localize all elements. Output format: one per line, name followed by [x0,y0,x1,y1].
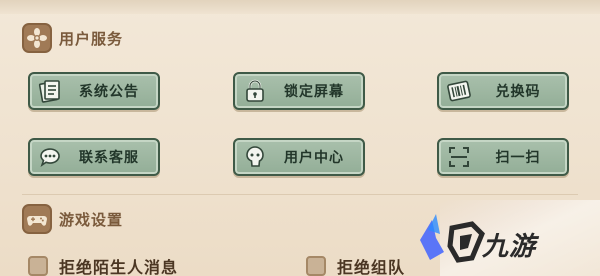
scan-button[interactable]: 扫一扫 [437,138,569,176]
system-notice-button[interactable]: 系统公告 [28,72,160,110]
reject-stranger-messages-label: 拒绝陌生人消息 [59,258,179,276]
section-title-user-services: 用户服务 [59,29,124,48]
contact-support-label: 联系客服 [79,150,139,166]
redeem-code-label: 兑换码 [495,84,541,100]
user-center-button[interactable]: 用户中心 [233,138,365,176]
setting-reject-stranger-messages[interactable]: 拒绝陌生人消息 [28,254,178,276]
scan-icon [445,144,473,170]
panel-top-edge [0,0,600,14]
lock-screen-label: 锁定屏幕 [284,84,344,100]
reject-team-invites-checkbox[interactable] [306,256,326,276]
lock-icon [241,78,269,104]
barcode-icon [445,78,473,104]
lock-screen-button[interactable]: 锁定屏幕 [233,72,365,110]
watermark-text: 九游 [482,232,537,262]
reject-stranger-messages-checkbox[interactable] [28,256,48,276]
section-header-user-services: 用户服务 [22,23,123,53]
chat-bubble-icon [36,144,64,170]
setting-reject-team-invites[interactable]: 拒绝组队 [306,254,405,276]
redeem-code-button[interactable]: 兑换码 [437,72,569,110]
scan-label: 扫一扫 [495,150,541,166]
notice-scroll-icon [36,78,64,104]
section-header-game-settings: 游戏设置 [22,204,123,234]
flower-icon [22,23,52,53]
section-title-game-settings: 游戏设置 [59,210,124,229]
section-divider [22,194,578,195]
system-notice-label: 系统公告 [79,84,139,100]
gamepad-icon [22,204,52,234]
contact-support-button[interactable]: 联系客服 [28,138,160,176]
user-center-label: 用户中心 [284,150,344,166]
reject-team-invites-label: 拒绝组队 [337,258,406,276]
user-head-icon [241,144,269,170]
